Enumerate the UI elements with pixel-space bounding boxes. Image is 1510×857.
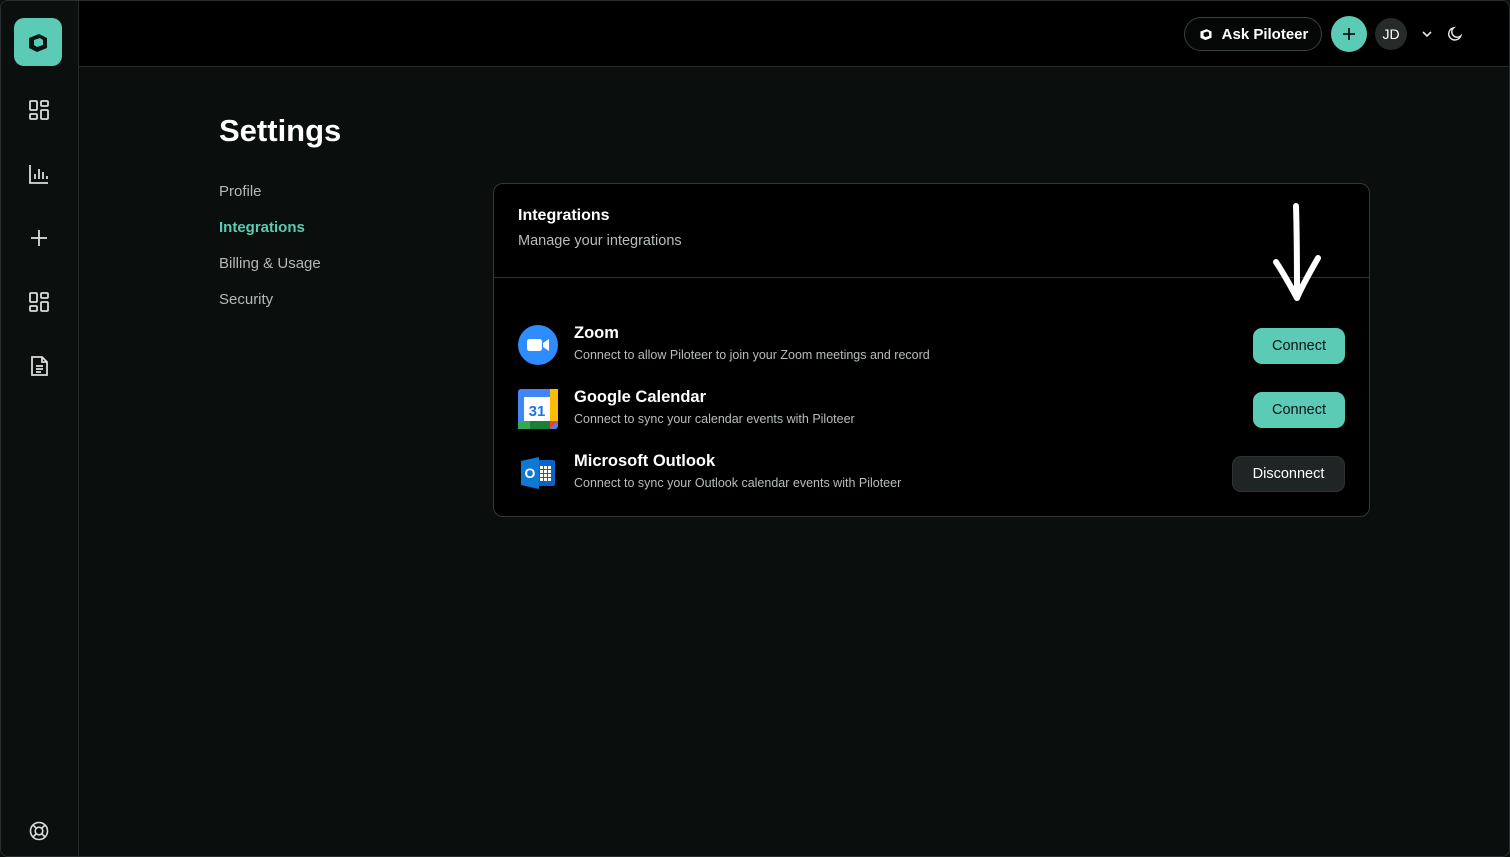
integration-name: Zoom — [574, 324, 619, 342]
zoom-icon — [518, 325, 558, 365]
page-title: Settings — [219, 113, 342, 148]
plus-icon — [1343, 28, 1355, 40]
settings-nav-security[interactable]: Security — [219, 291, 273, 308]
integration-name: Google Calendar — [574, 388, 707, 406]
integration-name: Microsoft Outlook — [574, 452, 716, 470]
document-icon[interactable] — [25, 352, 53, 380]
svg-text:O: O — [525, 465, 536, 481]
user-avatar[interactable]: JD — [1375, 18, 1407, 50]
outlook-disconnect-button[interactable]: Disconnect — [1232, 456, 1345, 492]
integration-description: Connect to sync your Outlook calendar ev… — [574, 476, 902, 490]
moon-icon[interactable] — [1447, 25, 1464, 42]
card-header: Integrations Manage your integrations — [494, 184, 1369, 278]
settings-nav-profile[interactable]: Profile — [219, 183, 262, 200]
chart-icon[interactable] — [25, 160, 53, 188]
settings-nav-integrations[interactable]: Integrations — [219, 219, 305, 236]
google-calendar-icon: 31 — [518, 389, 558, 429]
chevron-down-icon[interactable] — [1420, 27, 1434, 41]
app-logo[interactable] — [14, 18, 62, 66]
card-subtitle: Manage your integrations — [518, 233, 682, 249]
app-window: Ask Piloteer JD Settings Profile Integra… — [0, 0, 1510, 857]
integration-description: Connect to allow Piloteer to join your Z… — [574, 348, 930, 362]
google-calendar-connect-button[interactable]: Connect — [1253, 392, 1345, 428]
integration-row-google-calendar: 31 Google Calendar Connect to sync your … — [494, 385, 1369, 435]
dashboard-icon[interactable] — [25, 96, 53, 124]
plus-icon[interactable] — [25, 224, 53, 252]
integrations-card: Integrations Manage your integrations Zo… — [493, 183, 1370, 517]
grid-icon[interactable] — [25, 288, 53, 316]
svg-text:31: 31 — [529, 403, 546, 420]
ask-piloteer-label: Ask Piloteer — [1221, 25, 1309, 43]
integration-description: Connect to sync your calendar events wit… — [574, 412, 855, 426]
add-button[interactable] — [1331, 16, 1367, 52]
annotation-arrow-icon — [1273, 203, 1321, 301]
integration-row-zoom: Zoom Connect to allow Piloteer to join y… — [494, 321, 1369, 371]
settings-nav-billing[interactable]: Billing & Usage — [219, 255, 321, 272]
logo-icon — [29, 34, 47, 52]
outlook-icon: O — [521, 457, 555, 489]
integration-row-outlook: O Microsoft Outlook Connect to sync your… — [494, 449, 1369, 499]
zoom-connect-button[interactable]: Connect — [1253, 328, 1345, 364]
sidebar — [1, 1, 79, 856]
ask-piloteer-button[interactable]: Ask Piloteer — [1184, 17, 1322, 51]
piloteer-logo-icon — [1200, 29, 1212, 41]
card-title: Integrations — [518, 207, 610, 224]
help-lifebuoy-icon[interactable] — [25, 817, 53, 845]
